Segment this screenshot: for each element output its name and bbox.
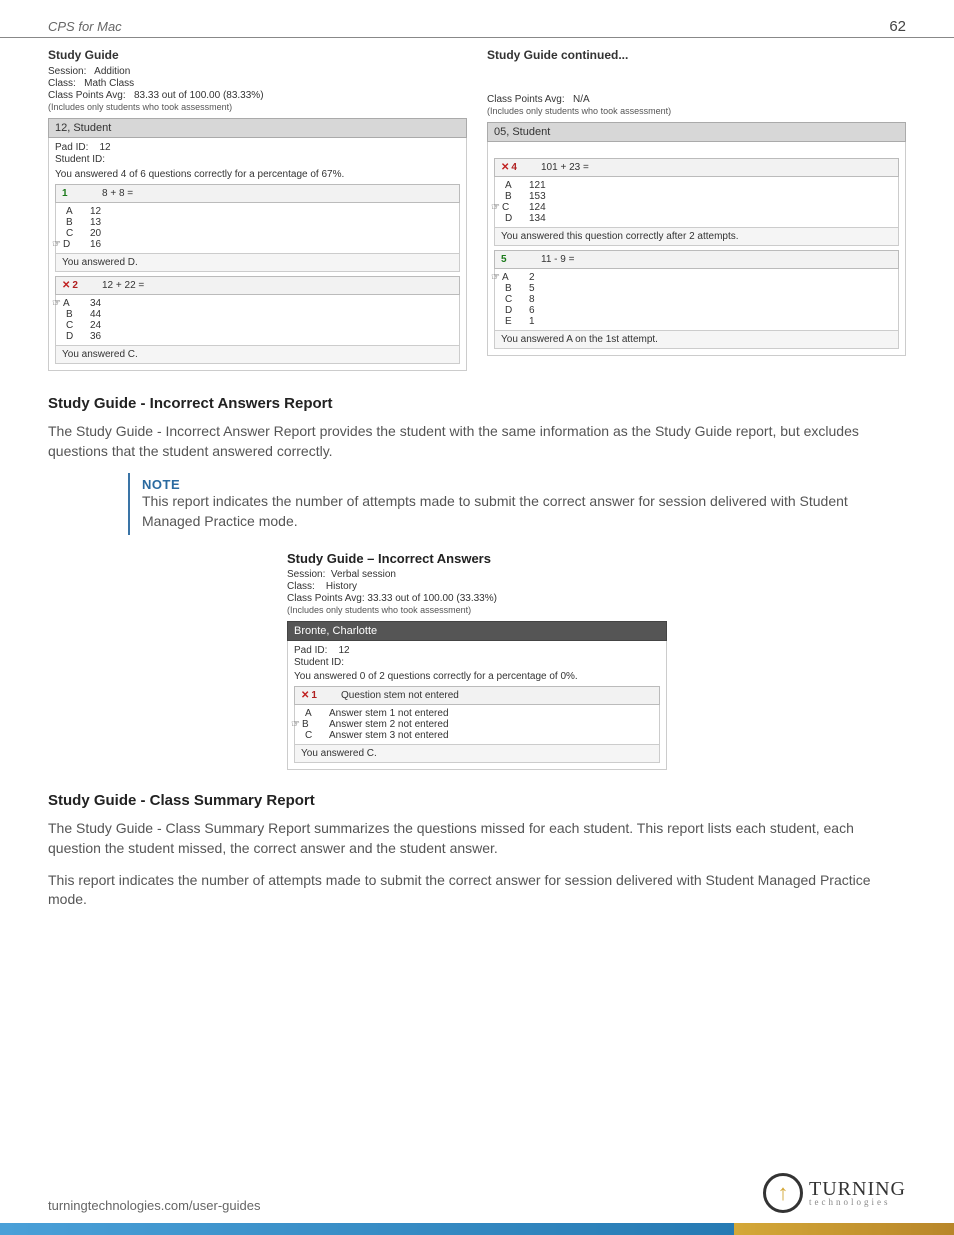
note-body: This report indicates the number of atte… [142,492,888,531]
feedback-row: You answered D. [55,254,460,272]
answer-row: C24 [66,320,453,331]
answer-row: B5 [505,283,892,294]
section-title-class-summary: Study Guide - Class Summary Report [48,792,906,809]
question-header: ✕4 101 + 23 = [494,158,899,177]
answer-row: D36 [66,331,453,342]
feedback-row: You answered C. [294,745,660,763]
answer-row-correct: BAnswer stem 2 not entered [305,719,653,730]
footer-bar [0,1223,954,1235]
study-guide-left: Study Guide Session: Addition Class: Mat… [48,48,467,371]
student-body: Pad ID: 12 Student ID: You answered 0 of… [287,641,667,770]
turning-logo: ↑ TURNING technologies [763,1173,906,1213]
student-header: Bronte, Charlotte [287,621,667,641]
answer-row-correct: A2 [505,272,892,283]
answer-row: E1 [505,316,892,327]
answer-row: A12 [66,206,453,217]
section-body: This report indicates the number of atte… [48,871,906,910]
session-line: Session: Addition [48,66,467,77]
student-header: 12, Student [48,118,467,138]
section-body: The Study Guide - Class Summary Report s… [48,819,906,858]
section-body: The Study Guide - Incorrect Answer Repor… [48,422,906,461]
page-number: 62 [889,18,906,35]
study-guide-right: Study Guide continued... Class Points Av… [487,48,906,371]
answer-row: B153 [505,191,892,202]
answer-row: A121 [505,180,892,191]
page-header: CPS for Mac 62 [0,0,954,38]
question-header: ✕1 Question stem not entered [294,686,660,705]
page-footer: turningtechnologies.com/user-guides ↑ TU… [0,1173,954,1235]
answer-list: A121 B153 C124 D134 [494,177,899,228]
answer-row: D6 [505,305,892,316]
answer-row: B13 [66,217,453,228]
includes-note: (Includes only students who took assessm… [487,106,906,116]
section-title-incorrect: Study Guide - Incorrect Answers Report [48,395,906,412]
student-body: ✕4 101 + 23 = A121 B153 C124 D134 You an… [487,142,906,356]
class-line: Class: Math Class [48,78,467,89]
question-header: ✕2 12 + 22 = [55,276,460,295]
points-line: Class Points Avg: N/A [487,94,906,105]
answer-row: C8 [505,294,892,305]
logo-icon: ↑ [763,1173,803,1213]
student-body: Pad ID: 12 Student ID: You answered 4 of… [48,138,467,371]
answer-row-correct: D16 [66,239,453,250]
sg-title-cont: Study Guide continued... [487,48,906,62]
answer-row: C20 [66,228,453,239]
answer-row: D134 [505,213,892,224]
answer-list: A12 B13 C20 D16 [55,203,460,254]
student-header: 05, Student [487,122,906,142]
wrong-icon: ✕ [301,690,309,701]
note-title: NOTE [142,477,888,492]
note-block: NOTE This report indicates the number of… [128,473,898,535]
wrong-icon: ✕ [501,162,509,173]
question-header: 5 11 - 9 = [494,250,899,269]
summary-line: You answered 4 of 6 questions correctly … [55,169,460,180]
wrong-icon: ✕ [62,280,70,291]
answer-list: A34 B44 C24 D36 [55,295,460,346]
feedback-row: You answered A on the 1st attempt. [494,331,899,349]
answer-row: AAnswer stem 1 not entered [305,708,653,719]
points-line: Class Points Avg: 83.33 out of 100.00 (8… [48,90,467,101]
answer-row-correct: A34 [66,298,453,309]
sg-title: Study Guide [48,48,467,62]
question-header: 1 8 + 8 = [55,184,460,203]
answer-row: B44 [66,309,453,320]
doc-title: CPS for Mac [48,19,122,34]
feedback-row: You answered C. [55,346,460,364]
incorrect-answers-sample: Study Guide – Incorrect Answers Session:… [287,551,667,770]
feedback-row: You answered this question correctly aft… [494,228,899,246]
answer-list: A2 B5 C8 D6 E1 [494,269,899,331]
includes-note: (Includes only students who took assessm… [48,102,467,112]
footer-link: turningtechnologies.com/user-guides [48,1198,260,1213]
study-guide-sample: Study Guide Session: Addition Class: Mat… [48,48,906,371]
answer-row-correct: C124 [505,202,892,213]
answer-row: CAnswer stem 3 not entered [305,730,653,741]
answer-list: AAnswer stem 1 not entered BAnswer stem … [294,705,660,745]
